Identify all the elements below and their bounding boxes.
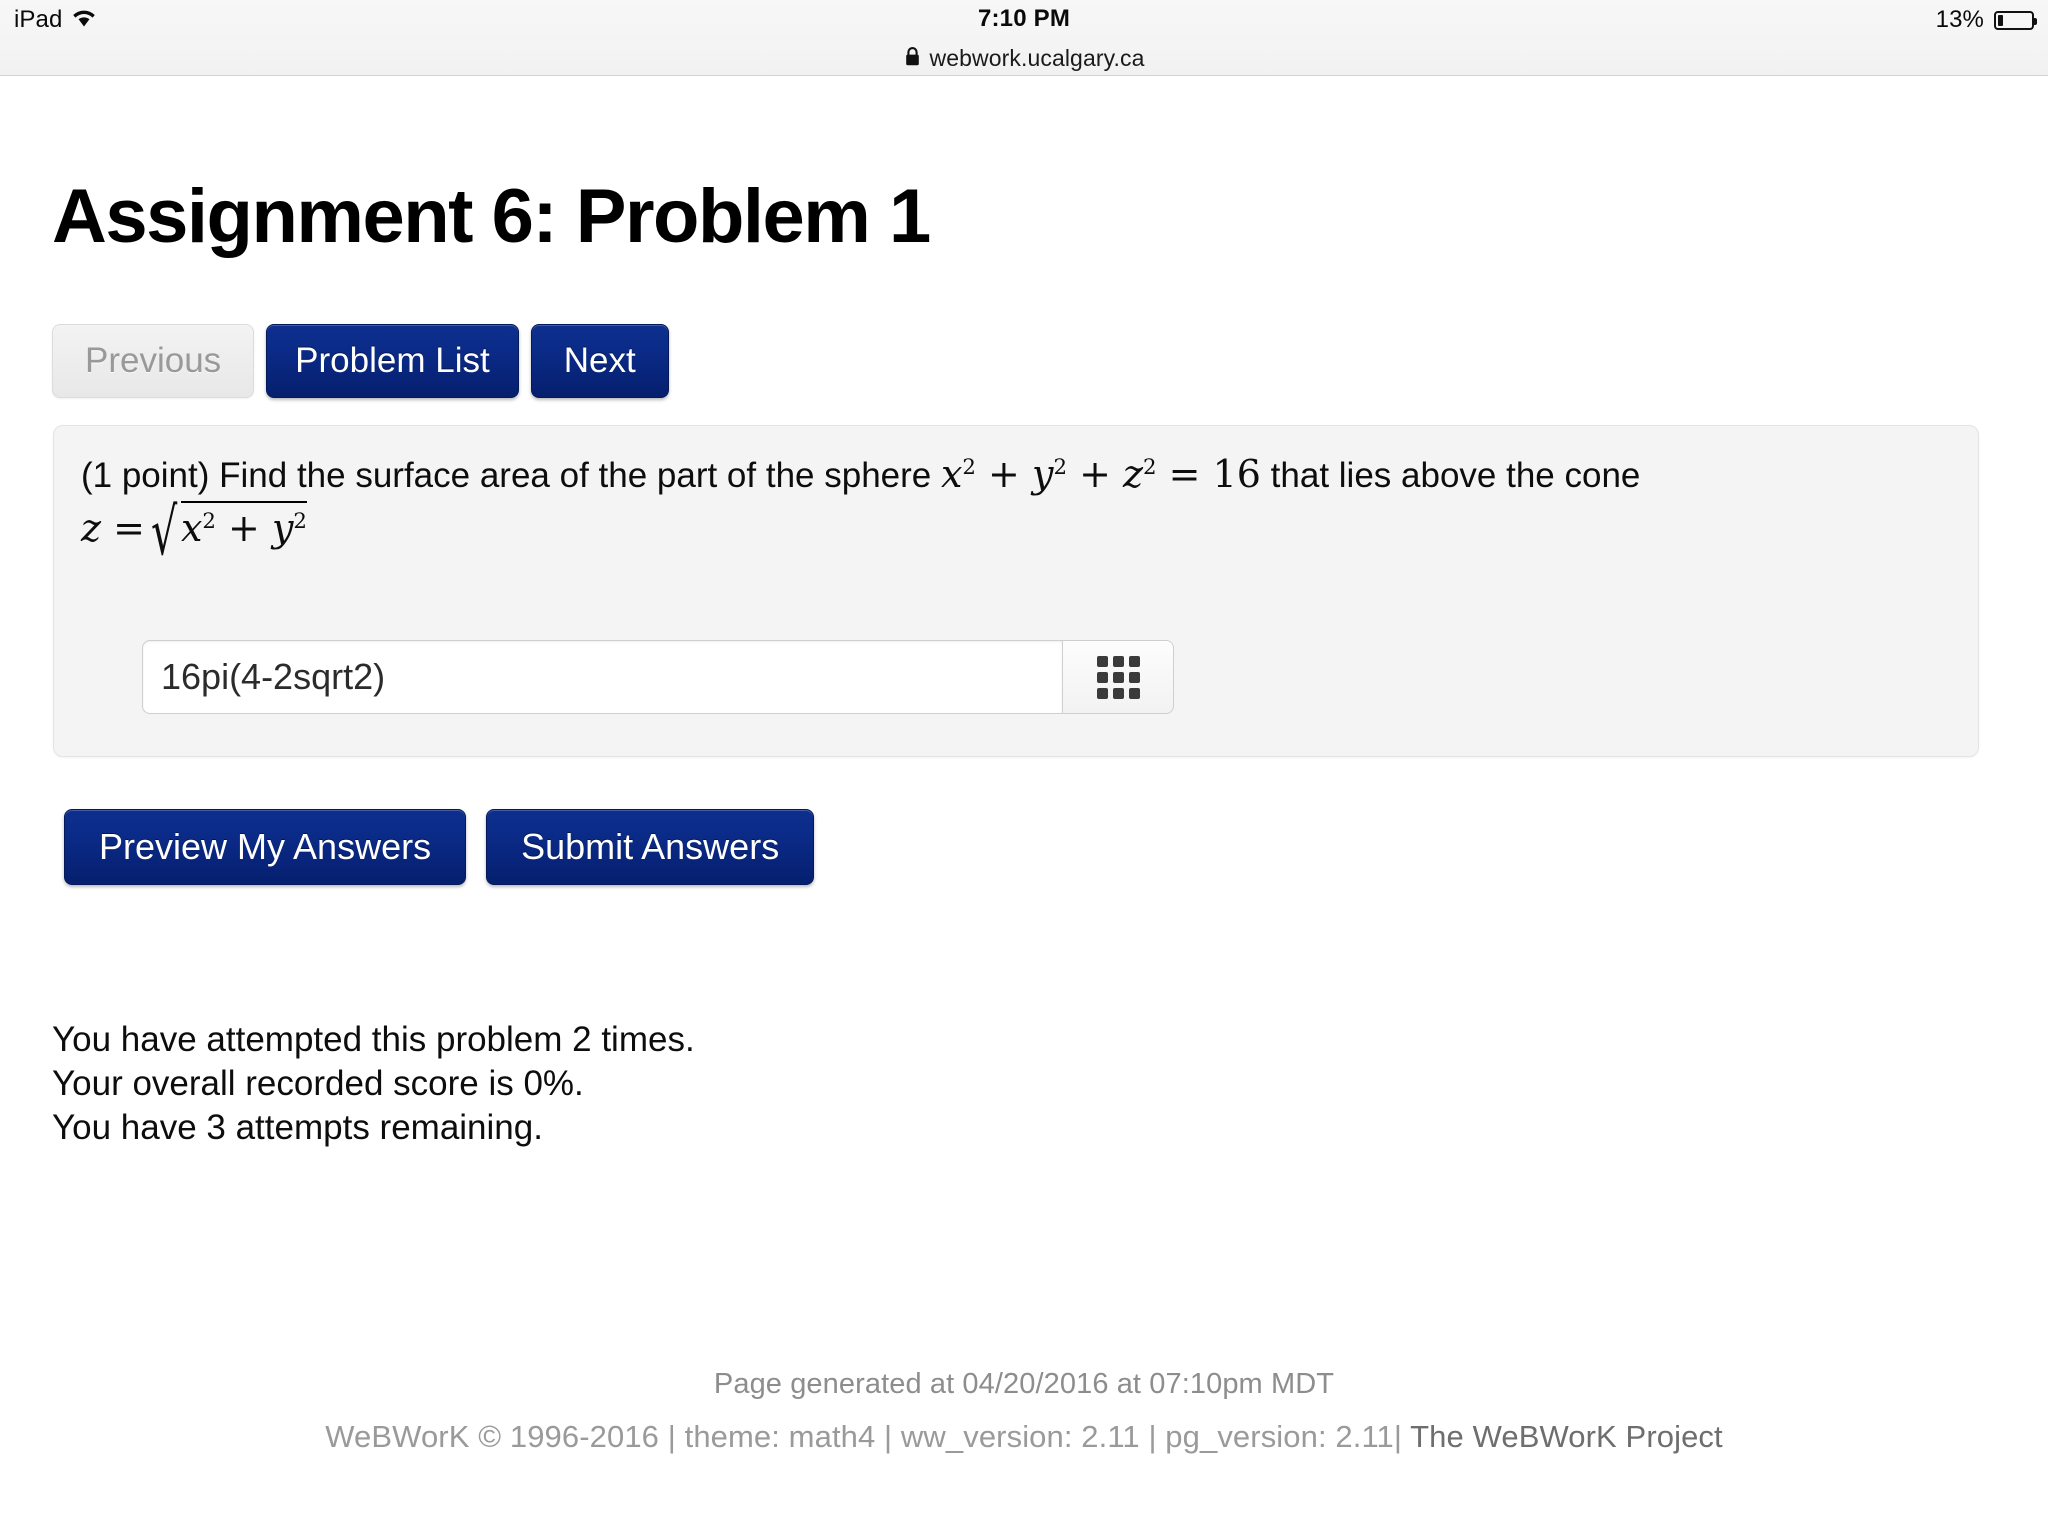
attempts-remaining-line: You have 3 attempts remaining.	[52, 1108, 543, 1148]
problem-panel: (1 point) Find the surface area of the p…	[53, 425, 1979, 757]
preview-my-answers-button[interactable]: Preview My Answers	[64, 809, 467, 885]
next-button[interactable]: Next	[530, 324, 669, 398]
attempts-count-line: You have attempted this problem 2 times.	[52, 1020, 695, 1059]
page-footer: Page generated at 04/20/2016 at 07:10pm …	[0, 1368, 2048, 1455]
keypad-icon	[1096, 655, 1140, 699]
status-bar-right: 13%	[1935, 4, 2037, 36]
problem-text-before: Find the surface area of the part of the…	[219, 456, 932, 495]
lock-icon	[904, 46, 921, 72]
problem-list-button[interactable]: Problem List	[266, 324, 519, 398]
sphere-equation: x2 + y2 + z2 = 16	[940, 452, 1261, 496]
recorded-score-line: Your overall recorded score is 0%.	[52, 1064, 584, 1104]
math-keypad-button[interactable]	[1062, 640, 1174, 714]
attempt-status-messages: You have attempted this problem 2 times.…	[52, 1018, 695, 1150]
footer-credits: WeBWorK © 1996-2016 | theme: math4 | ww_…	[0, 1419, 2048, 1455]
page-generated-timestamp: Page generated at 04/20/2016 at 07:10pm …	[713, 1368, 1335, 1400]
page-title: Assignment 6: Problem 1	[52, 173, 931, 259]
problem-statement: (1 point) Find the surface area of the p…	[81, 450, 1952, 553]
browser-url-bar[interactable]: webwork.ucalgary.ca	[0, 42, 2048, 75]
ios-browser-chrome: iPad 7:10 PM 13% webwork.ucalgary.ca	[0, 0, 2048, 76]
webwork-project-link[interactable]: The WeBWorK Project	[1410, 1419, 1723, 1454]
problem-points: (1 point)	[81, 456, 210, 495]
cone-equation: z =x2 + y2	[81, 500, 307, 550]
battery-icon	[1994, 10, 2037, 30]
problem-navigation: Previous Problem List Next	[52, 324, 669, 398]
answer-entry-row	[142, 640, 1174, 714]
status-bar-clock: 7:10 PM	[977, 5, 1071, 32]
problem-text-middle: that lies above the cone	[1270, 456, 1641, 495]
submit-answers-button[interactable]: Submit Answers	[486, 809, 815, 885]
battery-percent-label: 13%	[1935, 6, 1984, 33]
previous-button[interactable]: Previous	[52, 324, 255, 398]
webwork-page: Assignment 6: Problem 1 Previous Problem…	[0, 76, 2048, 1536]
url-text: webwork.ucalgary.ca	[929, 45, 1145, 71]
answer-action-buttons: Preview My Answers Submit Answers	[64, 809, 815, 885]
answer-input[interactable]	[142, 640, 1062, 714]
ios-status-bar: iPad 7:10 PM 13%	[0, 0, 2048, 42]
footer-version-info: WeBWorK © 1996-2016 | theme: math4 | ww_…	[325, 1419, 1411, 1454]
